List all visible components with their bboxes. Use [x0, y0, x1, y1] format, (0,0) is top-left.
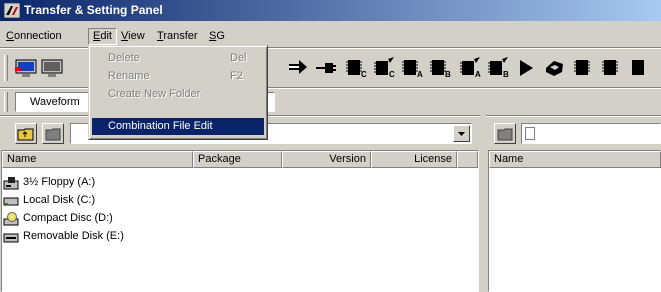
- right-column-header-name[interactable]: Name: [489, 151, 661, 168]
- column-header-license[interactable]: License: [371, 151, 457, 168]
- folder-icon: [497, 128, 513, 141]
- menu-transfer[interactable]: Transfer: [153, 29, 202, 44]
- menu-view[interactable]: View: [117, 29, 149, 44]
- menu-item-create-new-folder[interactable]: Create New Folder: [92, 86, 264, 103]
- menu-item-label: Combination File Edit: [108, 120, 213, 132]
- menu-item-shortcut: Del: [230, 52, 247, 64]
- mode-combo-value: Waveform: [30, 96, 80, 108]
- window-title: Transfer & Setting Panel: [24, 3, 163, 17]
- menu-item-label: Delete: [108, 52, 140, 64]
- menu-item-combination-file-edit[interactable]: Combination File Edit: [92, 118, 264, 135]
- transfer-panel-icon: [3, 2, 21, 19]
- removable-disk-icon: [3, 230, 19, 244]
- title-bar[interactable]: Transfer & Setting Panel: [0, 0, 661, 21]
- chip-icon[interactable]: [572, 55, 596, 81]
- folder-icon: [45, 128, 61, 141]
- right-file-list[interactable]: [488, 150, 661, 292]
- menu-item-label: Rename: [108, 70, 150, 82]
- cd-drive-icon: [3, 212, 19, 226]
- chip-write-a-icon[interactable]: A: [458, 55, 482, 81]
- folder-button[interactable]: [42, 123, 64, 144]
- combo-grip[interactable]: [4, 92, 8, 112]
- menu-item-label: Create New Folder: [108, 88, 201, 100]
- chip-b-icon[interactable]: B: [428, 55, 452, 81]
- drive-label: 3½ Floppy (A:): [23, 176, 96, 188]
- column-header-name[interactable]: Name: [2, 151, 193, 168]
- drive-label: Local Disk (C:): [23, 194, 96, 206]
- chip-icon[interactable]: [600, 55, 624, 81]
- menu-item-shortcut: F2: [230, 70, 243, 82]
- floppy-drive-icon: [3, 176, 19, 190]
- right-path-combo[interactable]: [521, 123, 661, 144]
- menu-item-rename[interactable]: Rename F2: [92, 68, 264, 85]
- chip-write-b-icon[interactable]: B: [486, 55, 510, 81]
- drive-label: Compact Disc (D:): [23, 212, 113, 224]
- menu-item-delete[interactable]: Delete Del: [92, 50, 264, 67]
- svg-text:C: C: [389, 70, 395, 79]
- globe-icon[interactable]: [542, 55, 566, 81]
- right-path-indicator: [525, 127, 535, 140]
- pane-splitter[interactable]: [480, 115, 486, 292]
- up-folder-button[interactable]: [15, 123, 37, 144]
- chevron-down-icon: [458, 132, 465, 136]
- chip-c-icon[interactable]: C: [344, 55, 368, 81]
- menu-edit[interactable]: Edit: [88, 28, 117, 45]
- svg-text:A: A: [417, 70, 423, 79]
- chip-write-c-icon[interactable]: C: [372, 55, 396, 81]
- column-header-package[interactable]: Package: [193, 151, 282, 168]
- arrow-right-icon[interactable]: [286, 55, 310, 81]
- chip-icon[interactable]: [628, 55, 652, 81]
- play-icon[interactable]: [514, 55, 538, 81]
- path-combo-dropdown[interactable]: [453, 125, 470, 142]
- menu-connection[interactable]: Connection: [2, 29, 66, 44]
- svg-text:C: C: [361, 70, 367, 79]
- monitor-connect-icon[interactable]: [14, 55, 38, 81]
- chip-a-icon[interactable]: A: [400, 55, 424, 81]
- toolbar-grip[interactable]: [4, 55, 8, 81]
- svg-text:A: A: [475, 70, 481, 79]
- monitor-disconnect-icon[interactable]: [40, 55, 64, 81]
- menu-sg[interactable]: SG: [205, 29, 229, 44]
- edit-menu-dropdown: Delete Del Rename F2 Create New Folder C…: [88, 45, 268, 140]
- right-folder-button[interactable]: [494, 123, 516, 144]
- svg-text:B: B: [503, 70, 509, 79]
- svg-text:B: B: [445, 70, 451, 79]
- plug-icon[interactable]: [314, 55, 338, 81]
- up-folder-icon: [17, 128, 34, 141]
- drive-label: Removable Disk (E:): [23, 230, 124, 242]
- menu-bar: Connection Edit View Transfer SG: [0, 27, 661, 45]
- hard-disk-icon: [3, 194, 19, 208]
- transfer-setting-window: Transfer & Setting Panel Connection Edit…: [0, 0, 661, 292]
- column-header-version[interactable]: Version: [282, 151, 371, 168]
- column-header-filler: [457, 151, 478, 168]
